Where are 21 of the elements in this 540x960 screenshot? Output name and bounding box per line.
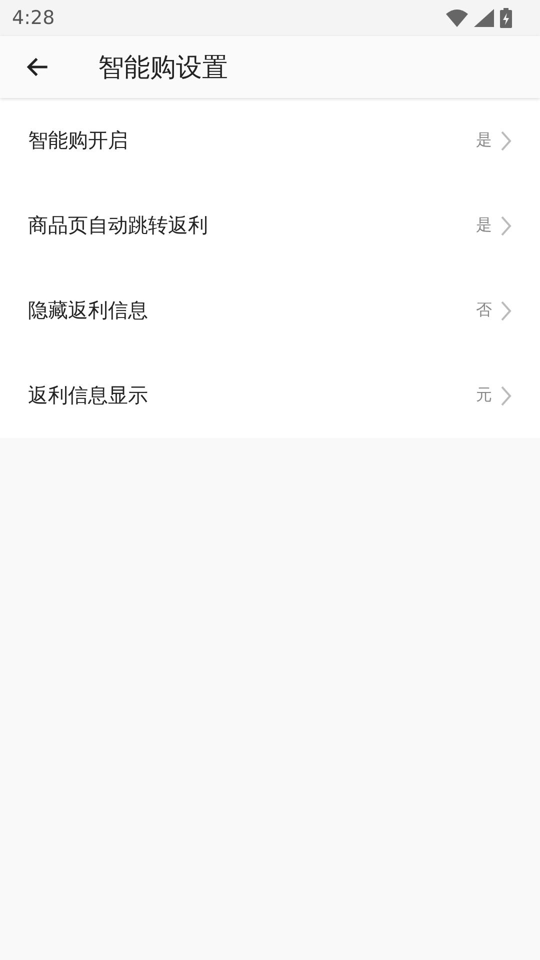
setting-value: 元 — [476, 385, 492, 406]
chevron-icon — [500, 384, 512, 406]
status-time: 4:28 — [12, 7, 55, 29]
chevron-icon — [500, 130, 512, 152]
battery-icon — [500, 8, 512, 28]
setting-value: 是 — [476, 215, 492, 236]
setting-label: 商品页自动跳转返利 — [28, 212, 209, 239]
settings-row[interactable]: 隐藏返利信息 否 — [0, 268, 540, 353]
signal-icon — [474, 9, 494, 27]
setting-label: 智能购开启 — [28, 127, 129, 154]
setting-label: 隐藏返利信息 — [28, 297, 149, 324]
chevron-icon — [500, 214, 512, 236]
setting-value: 是 — [476, 130, 492, 151]
wifi-icon — [446, 9, 468, 27]
chevron-icon — [500, 300, 512, 322]
settings-row[interactable]: 商品页自动跳转返利 是 — [0, 183, 540, 268]
setting-label: 返利信息显示 — [28, 382, 149, 409]
setting-value: 否 — [476, 300, 492, 321]
settings-row[interactable]: 返利信息显示 元 — [0, 353, 540, 438]
settings-row[interactable]: 智能购开启 是 — [0, 98, 540, 183]
screen-title: 智能购设置 — [98, 52, 228, 84]
